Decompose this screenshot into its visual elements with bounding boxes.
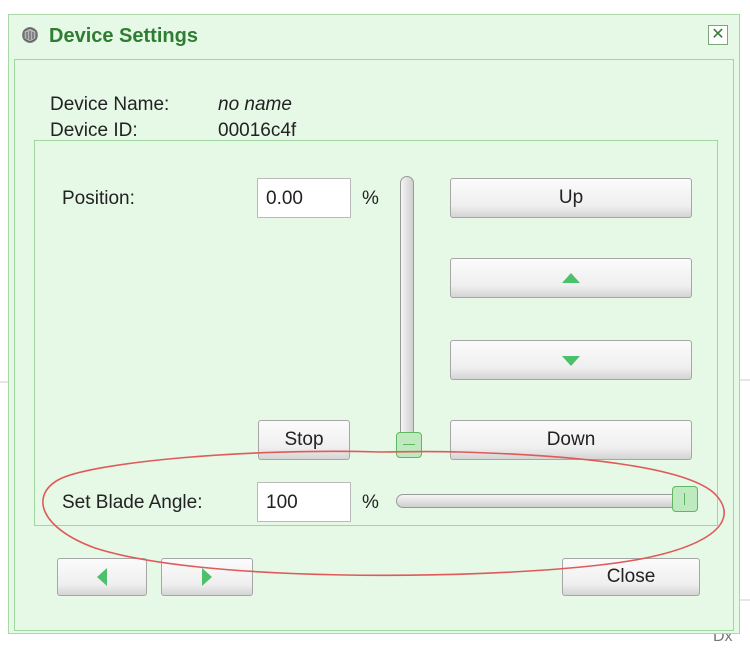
down-button[interactable]: Down — [450, 420, 692, 460]
blade-angle-unit: % — [362, 492, 379, 513]
device-name-value: no name — [218, 94, 292, 115]
step-down-button[interactable] — [450, 340, 692, 380]
blade-angle-slider-thumb[interactable] — [672, 486, 698, 512]
close-icon[interactable]: ✕ — [708, 25, 728, 45]
position-label: Position: — [62, 188, 135, 209]
previous-button[interactable] — [57, 558, 147, 596]
position-slider-track[interactable] — [400, 176, 414, 450]
next-button[interactable] — [161, 558, 253, 596]
position-slider-thumb[interactable] — [396, 432, 422, 458]
blade-angle-label: Set Blade Angle: — [62, 492, 203, 513]
device-icon — [22, 27, 38, 43]
close-button[interactable]: Close — [562, 558, 700, 596]
triangle-right-icon — [202, 568, 212, 586]
triangle-up-icon — [562, 273, 580, 283]
dialog-title: Device Settings — [49, 25, 198, 47]
step-up-button[interactable] — [450, 258, 692, 298]
stop-button-label: Stop — [284, 429, 324, 450]
triangle-left-icon — [97, 568, 107, 586]
position-unit: % — [362, 188, 379, 209]
triangle-down-icon — [562, 356, 580, 366]
device-id-value: 00016c4f — [218, 120, 297, 141]
close-button-label: Close — [606, 566, 656, 587]
device-name-label: Device Name: — [50, 94, 170, 115]
stop-button[interactable]: Stop — [258, 420, 350, 460]
up-button-label: Up — [558, 187, 584, 208]
position-input[interactable]: 0.00 — [257, 178, 351, 218]
dialog-titlebar[interactable]: Device Settings ✕ — [9, 15, 739, 59]
device-id-label: Device ID: — [50, 120, 138, 141]
down-button-label: Down — [546, 429, 596, 450]
blade-angle-slider-track[interactable] — [396, 494, 694, 508]
up-button[interactable]: Up — [450, 178, 692, 218]
blade-angle-input[interactable]: 100 — [257, 482, 351, 522]
